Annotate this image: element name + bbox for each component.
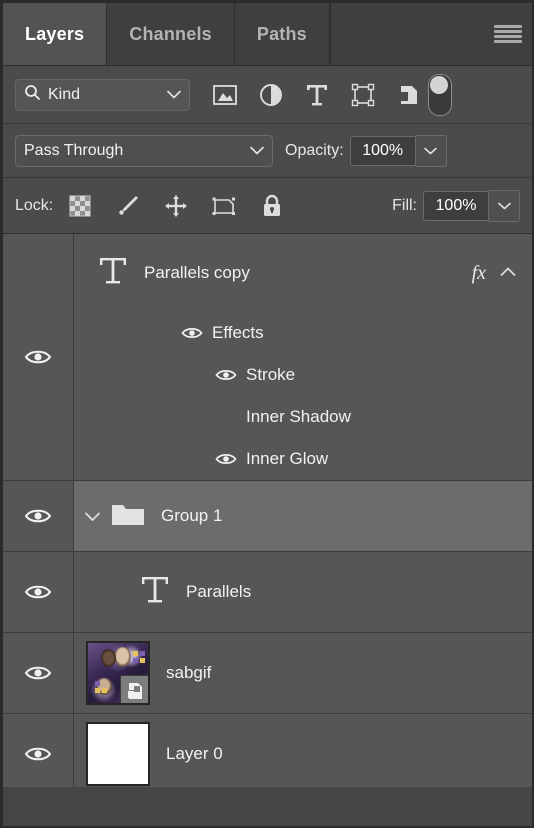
panel-tab-bar: Layers Channels Paths [3, 3, 532, 66]
effects-group-label: Effects [212, 323, 264, 342]
layer-name: Parallels copy [144, 263, 250, 282]
chevron-down-icon [497, 202, 511, 209]
layer-row-body[interactable]: Parallels copy fx Effects Stroke Inner S… [74, 234, 532, 480]
filter-type-icons [212, 82, 422, 108]
layer-row-body[interactable]: Parallels [74, 552, 532, 632]
lock-row: Lock: Fill: 100% [3, 178, 532, 234]
folder-icon [111, 501, 145, 532]
filter-toggle-switch[interactable] [428, 73, 452, 116]
layer-row-body[interactable]: Layer 0 [74, 714, 532, 787]
type-layer-filter-icon[interactable] [304, 82, 330, 108]
opacity-input[interactable]: 100% [349, 135, 416, 166]
lock-all-icon[interactable] [259, 193, 285, 219]
layer-name: sabgif [166, 663, 212, 682]
table-row[interactable]: Parallels copy fx Effects Stroke Inner S… [3, 234, 532, 481]
layer-thumbnail[interactable] [86, 722, 150, 786]
filter-kind-dropdown[interactable]: Kind [15, 78, 190, 111]
adjustment-layer-filter-icon[interactable] [258, 82, 284, 108]
fill-value: 100% [435, 196, 477, 214]
effect-visibility-toggle[interactable] [212, 452, 240, 466]
pixel-layer-filter-icon[interactable] [212, 82, 238, 108]
tab-layers-label: Layers [25, 23, 85, 44]
lock-artboard-nesting-icon[interactable] [211, 193, 237, 219]
fill-input[interactable]: 100% [423, 190, 489, 221]
effect-label: Inner Glow [246, 449, 329, 468]
eye-icon [181, 328, 203, 338]
blend-opacity-row: Pass Through Opacity: 100% [3, 124, 532, 178]
chevron-down-icon [424, 147, 437, 154]
type-layer-icon [140, 574, 170, 611]
fill-label: Fill: [392, 196, 417, 214]
effect-row[interactable]: Inner Shadow [82, 396, 532, 438]
smart-object-badge-icon [120, 675, 148, 703]
effect-visibility-toggle[interactable] [212, 368, 240, 382]
fx-badge[interactable]: fx [472, 262, 486, 285]
layer-effects-list: Effects Stroke Inner Shadow Inner Glow [82, 312, 532, 480]
table-row[interactable]: Group 1 [3, 481, 532, 552]
effects-group-row[interactable]: Effects [82, 312, 532, 354]
fill-stepper-button[interactable] [489, 189, 520, 222]
filter-kind-label: Kind [48, 85, 81, 103]
smart-object-filter-icon[interactable] [396, 82, 422, 108]
layer-visibility-toggle[interactable] [3, 481, 74, 551]
lock-transparency-icon[interactable] [67, 193, 93, 219]
table-row[interactable]: sabgif [3, 633, 532, 714]
eye-icon [24, 747, 52, 761]
eye-icon [215, 370, 237, 380]
layer-name: Group 1 [161, 506, 223, 525]
lock-label: Lock: [15, 196, 54, 214]
effect-label: Inner Shadow [246, 407, 351, 426]
effects-visibility-toggle[interactable] [178, 326, 206, 340]
chevron-down-icon [250, 142, 264, 160]
lock-icon-group [67, 193, 285, 219]
tab-layers[interactable]: Layers [3, 3, 108, 65]
blend-mode-value: Pass Through [24, 141, 124, 159]
eye-icon [24, 666, 52, 680]
tab-channels-label: Channels [129, 23, 212, 44]
layer-thumbnail[interactable] [86, 641, 150, 705]
layer-visibility-toggle[interactable] [3, 234, 74, 480]
collapse-effects-chevron-icon[interactable] [500, 264, 516, 282]
effect-label: Stroke [246, 365, 296, 384]
opacity-stepper-button[interactable] [415, 134, 447, 167]
effect-row[interactable]: Inner Glow [82, 438, 532, 480]
opacity-label: Opacity: [285, 141, 344, 159]
eye-icon [24, 585, 52, 599]
eye-icon [24, 509, 52, 523]
layer-name: Layer 0 [166, 744, 223, 763]
layer-visibility-toggle[interactable] [3, 552, 74, 632]
group-expand-chevron-icon[interactable] [84, 511, 101, 522]
lock-position-icon[interactable] [163, 193, 189, 219]
eye-icon [24, 350, 52, 364]
filter-toggle-knob [430, 75, 448, 94]
layers-panel: Layers Channels Paths Kind Pass Through … [0, 0, 534, 828]
hamburger-menu-icon[interactable] [494, 23, 522, 45]
type-layer-icon [98, 255, 128, 292]
layer-visibility-toggle[interactable] [3, 714, 74, 787]
layer-name: Parallels [186, 582, 252, 601]
chevron-down-icon [167, 86, 181, 104]
blend-mode-dropdown[interactable]: Pass Through [15, 134, 273, 167]
layer-row-body[interactable]: Group 1 [74, 481, 532, 551]
tab-paths[interactable]: Paths [234, 3, 330, 65]
shape-layer-filter-icon[interactable] [350, 82, 376, 108]
opacity-value: 100% [362, 141, 404, 159]
search-icon [24, 84, 41, 106]
tab-paths-label: Paths [256, 23, 307, 44]
eye-icon [215, 454, 237, 464]
tab-channels[interactable]: Channels [107, 3, 235, 65]
lock-image-pixels-icon[interactable] [115, 193, 141, 219]
layer-visibility-toggle[interactable] [3, 633, 74, 713]
table-row[interactable]: Layer 0 [3, 714, 532, 787]
layer-row-body[interactable]: sabgif [74, 633, 532, 713]
effect-row[interactable]: Stroke [82, 354, 532, 396]
table-row[interactable]: Parallels [3, 552, 532, 633]
layer-list[interactable]: Parallels copy fx Effects Stroke Inner S… [3, 234, 532, 787]
layer-filter-row: Kind [3, 66, 532, 124]
